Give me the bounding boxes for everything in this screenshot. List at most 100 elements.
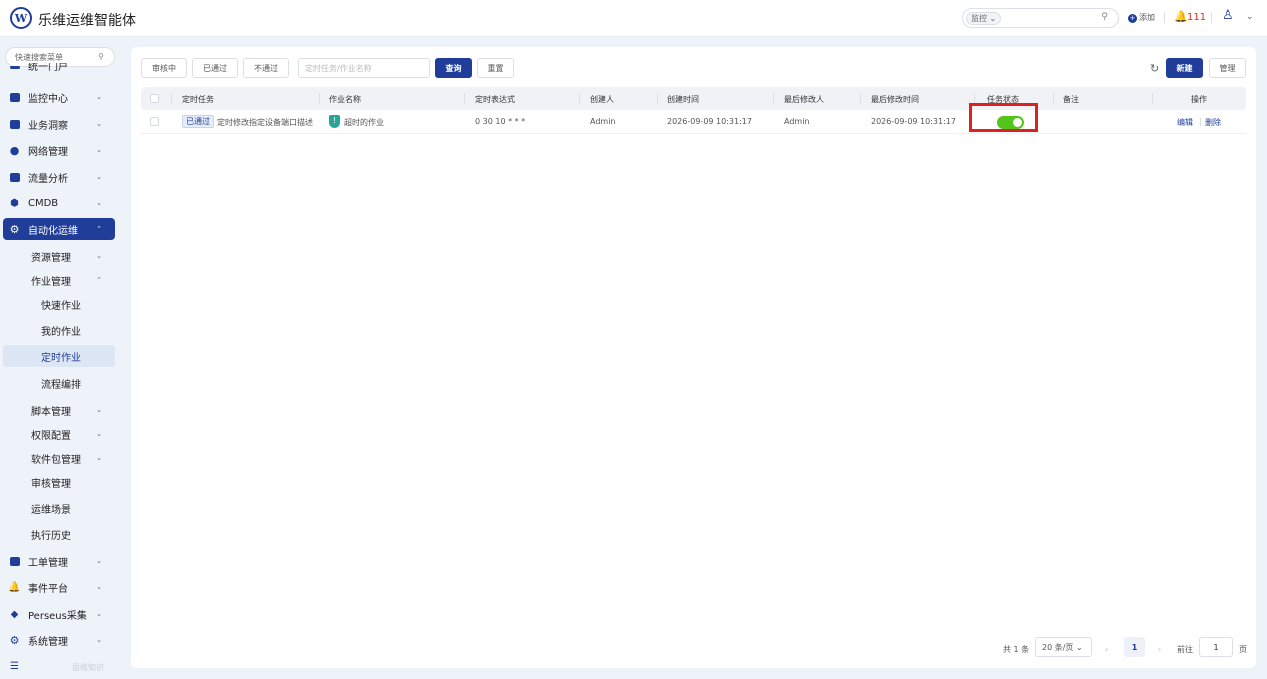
sidebar-sub-audit[interactable]: 审核管理 [3, 471, 115, 493]
sidebar-item-label: 监控中心 [28, 93, 68, 105]
sidebar-item-traffic[interactable]: 流量分析 ⌄ [3, 166, 115, 188]
cube-icon: ⬢ [10, 197, 19, 209]
menu-search-placeholder: 快速搜索菜单 [15, 53, 63, 62]
sidebar-sub-resource[interactable]: 资源管理 ⌄ [3, 245, 115, 267]
sidebar-item-label: Perseus采集 [28, 610, 87, 622]
select-all-checkbox[interactable] [150, 94, 159, 103]
chevron-down-icon: ⌄ [96, 454, 102, 462]
column-header: 作业名称 [329, 95, 361, 104]
edit-link[interactable]: 编辑 [1177, 117, 1193, 128]
sidebar-sub-label: 流程编排 [41, 379, 81, 391]
logo-icon: W [10, 7, 32, 29]
manage-button[interactable]: 管理 [1209, 58, 1246, 78]
column-divider [1053, 93, 1054, 104]
reset-button[interactable]: 重置 [477, 58, 514, 78]
sidebar-item-perseus[interactable]: ◆ Perseus采集 ⌄ [3, 603, 115, 625]
sidebar-item-automation[interactable]: ⚙ 自动化运维 ⌃ [3, 218, 115, 240]
sidebar-item-label: 流量分析 [28, 173, 68, 185]
column-header: 最后修改人 [784, 95, 824, 104]
user-icon[interactable]: ♙ [1222, 8, 1234, 23]
sidebar-sub-scene[interactable]: 运维场景 [3, 497, 115, 519]
sidebar-item-label: 工单管理 [28, 557, 68, 569]
filter-pending-button[interactable]: 审核中 [141, 58, 187, 78]
sidebar-item-monitor[interactable]: 监控中心 ⌄ [3, 86, 115, 108]
chevron-down-icon: ⌄ [96, 199, 102, 207]
gear-icon: ⚙ [9, 633, 20, 647]
diamond-icon: ◆ [10, 608, 19, 620]
shield-icon: ! [329, 115, 340, 128]
chevron-down-icon: ⌄ [96, 430, 102, 438]
column-header: 操作 [1191, 95, 1207, 104]
sidebar-sub-job-manage[interactable]: 作业管理 ⌃ [3, 269, 115, 291]
chevron-down-icon: ⌄ [96, 610, 102, 618]
sidebar-sub-label: 定时作业 [41, 352, 81, 364]
sidebar-sub-scheduled-job[interactable]: 定时作业 [3, 345, 115, 367]
delete-link[interactable]: 删除 [1205, 117, 1221, 128]
bell-icon[interactable]: 🔔 [1174, 10, 1188, 23]
search-scope-select[interactable]: 监控 ⌄ [966, 12, 1002, 25]
goto-page-input[interactable] [1199, 637, 1233, 657]
globe-icon: ● [9, 143, 20, 157]
search-icon[interactable]: ⚲ [98, 52, 104, 61]
sidebar-sub-history[interactable]: 执行历史 [3, 523, 115, 545]
next-page-icon[interactable]: › [1158, 639, 1161, 659]
sidebar-item-network[interactable]: ● 网络管理 ⌄ [3, 139, 115, 161]
created-time: 2026-09-09 10:31:17 [667, 117, 752, 126]
creator: Admin [590, 117, 616, 126]
row-checkbox[interactable] [150, 117, 159, 126]
sidebar-item-label: 自动化运维 [28, 225, 78, 237]
sidebar-item-portal[interactable]: 统一门户 [3, 63, 115, 73]
sidebar-item-ticket[interactable]: 工单管理 ⌄ [3, 550, 115, 572]
ticket-icon [9, 556, 20, 567]
search-scope-label: 监控 [971, 14, 987, 23]
chevron-down-icon: ⌄ [96, 583, 102, 591]
top-bar: W 乐维运维智能体 监控 ⌄ ⚲ + 添加 🔔 111 ♙ ⌄ [0, 0, 1267, 37]
page-number[interactable]: 1 [1124, 637, 1145, 657]
filter-approved-button[interactable]: 已通过 [192, 58, 238, 78]
sidebar-sub-label: 执行历史 [31, 530, 71, 542]
chevron-down-icon[interactable]: ⌄ [1246, 12, 1254, 22]
sidebar-sub-quick-job[interactable]: 快速作业 [3, 293, 115, 315]
alert-count[interactable]: 111 [1187, 12, 1206, 23]
plus-icon: + [1128, 14, 1137, 23]
cron-expression: 0 30 10 * * * [475, 117, 526, 126]
chevron-up-icon: ⌃ [96, 225, 102, 233]
prev-page-icon[interactable]: ‹ [1105, 639, 1108, 659]
column-divider [860, 93, 861, 104]
refresh-icon[interactable]: ↻ [1150, 62, 1159, 75]
menu-collapse-icon[interactable]: ☰ [10, 661, 19, 672]
chevron-down-icon: ⌄ [96, 146, 102, 154]
divider [1211, 13, 1212, 23]
sidebar-item-system[interactable]: ⚙ 系统管理 ⌄ [3, 629, 115, 651]
sidebar-sub-my-job[interactable]: 我的作业 [3, 319, 115, 341]
chevron-down-icon: ⌄ [96, 557, 102, 565]
sidebar-sub-label: 快速作业 [41, 300, 81, 312]
query-button[interactable]: 查询 [435, 58, 472, 78]
job-name: 超时的作业 [344, 118, 384, 127]
filter-rejected-button[interactable]: 不通过 [243, 58, 289, 78]
new-button[interactable]: 新建 [1166, 58, 1203, 78]
sidebar-item-cmdb[interactable]: ⬢ CMDB ⌄ [3, 192, 115, 214]
sidebar-sub-permission[interactable]: 权限配置 ⌄ [3, 423, 115, 445]
add-button[interactable]: + 添加 [1128, 12, 1155, 23]
portal-icon [9, 63, 20, 73]
table-header: 定时任务 作业名称 定时表达式 创建人 创建时间 最后修改人 最后修改时间 任务… [141, 87, 1246, 110]
search-icon[interactable]: ⚲ [1101, 12, 1108, 22]
sidebar-footer-text: 运维知识 [72, 663, 104, 672]
sidebar-sub-script[interactable]: 脚本管理 ⌄ [3, 399, 115, 421]
sidebar-sub-label: 脚本管理 [31, 406, 71, 418]
sidebar-sub-flow[interactable]: 流程编排 [3, 372, 115, 394]
bell-icon: 🔔 [8, 581, 21, 593]
sidebar-sub-package[interactable]: 软件包管理 ⌄ [3, 447, 115, 469]
sidebar-sub-label: 作业管理 [31, 276, 71, 288]
status-badge: 已通过 [182, 115, 214, 128]
sidebar-item-business[interactable]: 业务洞察 ⌄ [3, 113, 115, 135]
column-divider [464, 93, 465, 104]
column-header: 备注 [1063, 95, 1079, 104]
task-search-input[interactable] [298, 58, 430, 78]
global-search[interactable]: 监控 ⌄ ⚲ [962, 8, 1119, 28]
sidebar-item-event[interactable]: 🔔 事件平台 ⌄ [3, 576, 115, 598]
page-size-select[interactable]: 20 条/页 ⌄ [1035, 637, 1092, 657]
column-divider [773, 93, 774, 104]
sidebar-item-label: 统一门户 [28, 63, 68, 73]
